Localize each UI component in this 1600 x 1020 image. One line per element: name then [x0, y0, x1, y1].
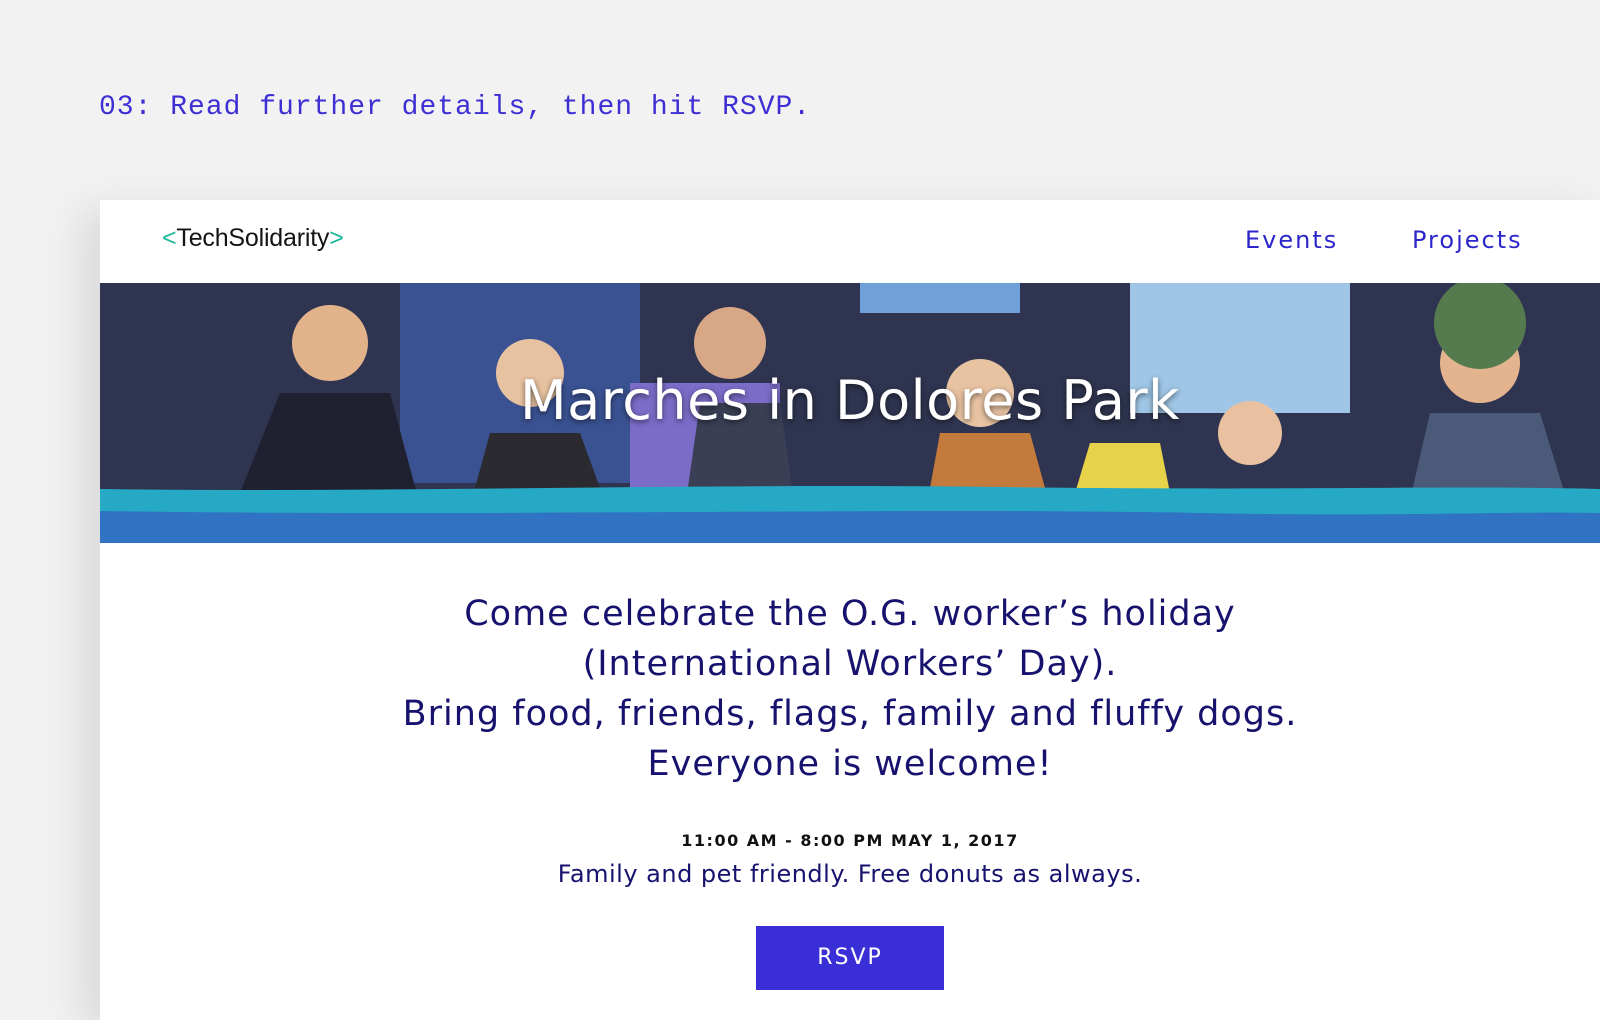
blue-banner — [100, 486, 1600, 543]
event-details: Come celebrate the O.G. worker’s holiday… — [100, 543, 1600, 990]
website-preview: <TechSolidarity> Events Projects Marches… — [100, 200, 1600, 1020]
logo-name: TechSolidarity — [176, 224, 330, 252]
logo-open-bracket: < — [162, 224, 177, 252]
step-caption: 03: Read further details, then hit RSVP. — [99, 92, 812, 123]
rsvp-button[interactable]: RSVP — [756, 926, 944, 990]
hero-banner-image: Marches in Dolores Park — [100, 283, 1600, 543]
site-logo[interactable]: <TechSolidarity> — [162, 224, 344, 253]
description-line: Come celebrate the O.G. worker’s holiday — [464, 594, 1236, 634]
event-note: Family and pet friendly. Free donuts as … — [557, 860, 1143, 888]
nav-projects-link[interactable]: Projects — [1412, 226, 1523, 254]
event-time: 11:00 AM - 8:00 PM MAY 1, 2017 — [681, 831, 1019, 850]
nav-events-link[interactable]: Events — [1245, 226, 1338, 254]
description-line: (International Workers’ Day). — [582, 644, 1118, 684]
event-title: Marches in Dolores Park — [520, 369, 1180, 432]
top-navigation: <TechSolidarity> Events Projects — [100, 200, 1600, 283]
logo-close-bracket: > — [329, 224, 344, 252]
event-description: Come celebrate the O.G. worker’s holiday… — [100, 589, 1600, 789]
description-line: Everyone is welcome! — [647, 744, 1053, 784]
description-line: Bring food, friends, flags, family and f… — [402, 694, 1298, 734]
